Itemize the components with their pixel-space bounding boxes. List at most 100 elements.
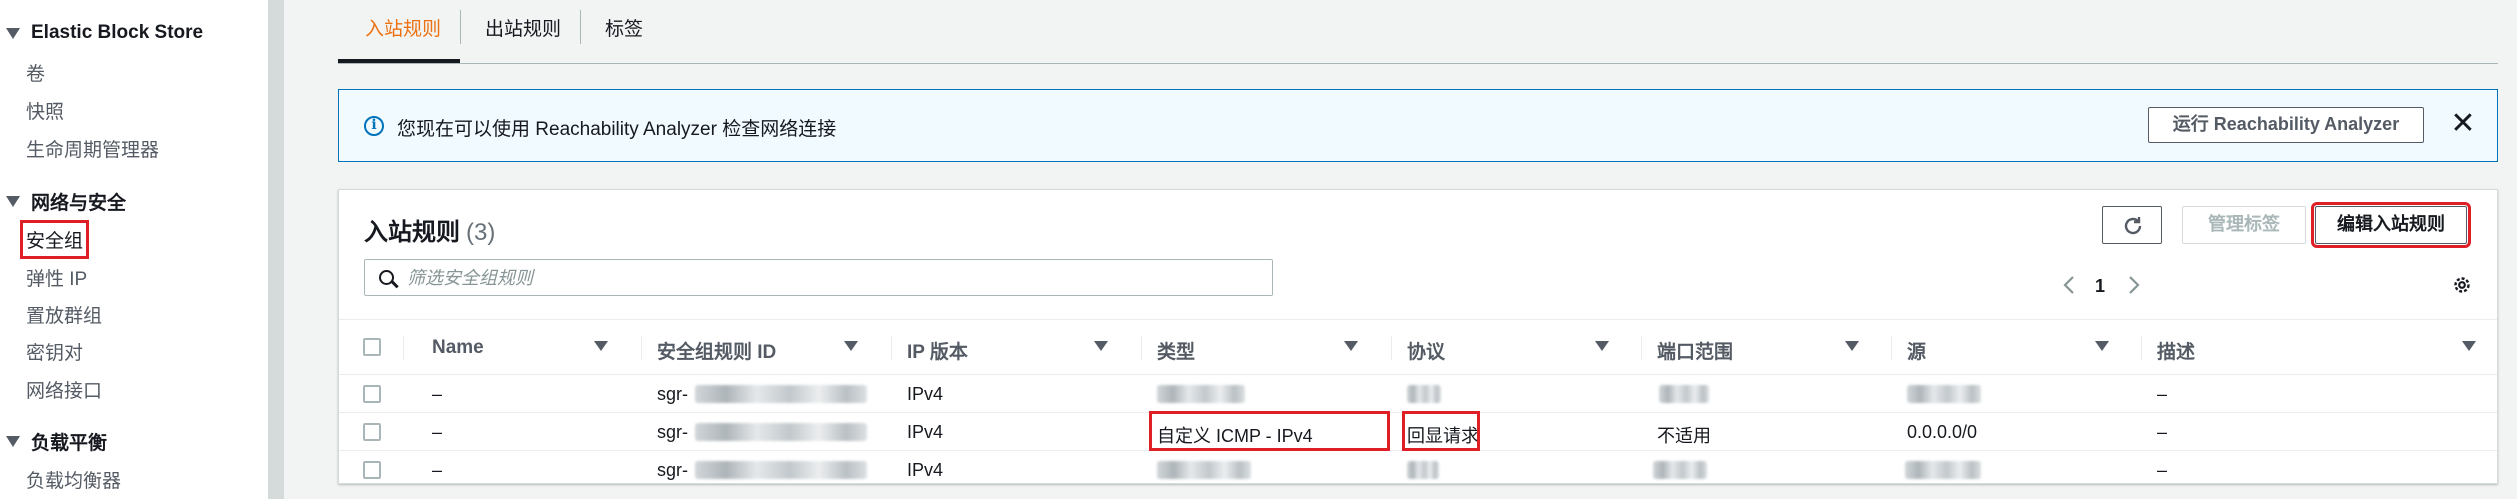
cell-source: 0.0.0.0/0 (1907, 422, 1978, 442)
cell-ip-version: IPv4 (907, 422, 944, 442)
gear-icon[interactable] (2451, 274, 2473, 301)
sort-icon[interactable] (1344, 341, 1358, 351)
nav-item-volumes[interactable]: 卷 (26, 59, 45, 86)
cell-port-range: 不适用 (1657, 426, 1711, 446)
caret-down-icon (6, 196, 20, 207)
cell-description: – (2157, 460, 2168, 480)
edit-inbound-rules-button[interactable]: 编辑入站规则 (2311, 202, 2471, 248)
redacted-value (1905, 461, 1981, 479)
nav-item-security-groups[interactable]: 安全组 (19, 220, 90, 259)
table-row[interactable]: – sgr- IPv4 – (339, 451, 2497, 489)
cell-description: – (2157, 422, 2168, 442)
nav-item-load-balancers[interactable]: 负载均衡器 (26, 466, 121, 493)
nav-section-load-balancing[interactable]: 负载平衡 (6, 428, 107, 455)
redacted-value (695, 461, 867, 479)
tab-tags[interactable]: 标签 (605, 14, 643, 41)
redacted-value (1659, 385, 1709, 403)
column-divider (1391, 336, 1392, 360)
column-divider (1641, 336, 1642, 360)
info-icon (364, 116, 384, 136)
column-header-name[interactable]: Name (432, 337, 484, 359)
table-row[interactable]: – sgr- IPv4 – (339, 375, 2497, 413)
cell-rule-id: sgr- (657, 460, 688, 480)
caret-down-icon (6, 436, 20, 447)
table-header: Name 安全组规则 ID IP 版本 类型 协议 端口范围 源 描述 (339, 319, 2497, 375)
nav-item-elastic-ip[interactable]: 弹性 IP (26, 264, 87, 291)
refresh-button[interactable] (2102, 206, 2162, 244)
highlight-box-protocol (1402, 411, 1480, 451)
cell-ip-version: IPv4 (907, 384, 944, 404)
select-all-checkbox[interactable] (363, 338, 381, 356)
column-header-rule-id[interactable]: 安全组规则 ID (657, 337, 776, 364)
column-header-description[interactable]: 描述 (2157, 337, 2195, 364)
column-divider (1891, 336, 1892, 360)
sort-icon[interactable] (2462, 341, 2476, 351)
refresh-icon (2124, 217, 2142, 235)
nav-section-network-security[interactable]: 网络与安全 (6, 188, 126, 215)
tab-bar: 入站规则 出站规则 标签 (338, 0, 2498, 64)
cell-name: – (432, 384, 443, 404)
tab-divider (460, 10, 461, 44)
nav-item-snapshots[interactable]: 快照 (26, 97, 64, 124)
column-header-port-range[interactable]: 端口范围 (1657, 337, 1733, 364)
close-icon[interactable]: ✕ (2448, 109, 2478, 140)
info-banner: 您现在可以使用 Reachability Analyzer 检查网络连接 运行 … (338, 89, 2498, 162)
sort-icon[interactable] (1595, 341, 1609, 351)
redacted-value (1157, 461, 1251, 479)
column-divider (403, 336, 404, 360)
active-tab-indicator (338, 59, 460, 63)
panel-title: 入站规则 (3) (364, 219, 496, 246)
column-header-type[interactable]: 类型 (1157, 337, 1195, 364)
column-header-source[interactable]: 源 (1907, 337, 1926, 364)
run-reachability-analyzer-button[interactable]: 运行 Reachability Analyzer (2148, 107, 2424, 143)
nav-item-placement-groups[interactable]: 置放群组 (26, 301, 102, 328)
tab-outbound-rules[interactable]: 出站规则 (485, 14, 561, 41)
redacted-value (1907, 385, 1981, 403)
redacted-value (1157, 385, 1245, 403)
search-input[interactable] (407, 264, 1257, 292)
search-box (364, 259, 1273, 296)
tab-divider (580, 10, 581, 44)
row-checkbox[interactable] (363, 423, 381, 441)
sort-icon[interactable] (1094, 341, 1108, 351)
nav-item-lifecycle-manager[interactable]: 生命周期管理器 (26, 135, 159, 162)
next-page-icon[interactable] (2128, 275, 2140, 300)
redacted-value (1653, 461, 1707, 479)
sort-icon[interactable] (2095, 341, 2109, 351)
sort-icon[interactable] (844, 341, 858, 351)
tab-inbound-rules[interactable]: 入站规则 (365, 14, 441, 41)
redacted-value (1407, 385, 1441, 403)
manage-tags-button[interactable]: 管理标签 (2182, 206, 2306, 244)
sidebar: Elastic Block Store 卷 快照 生命周期管理器 网络与安全 安… (0, 0, 268, 499)
cell-ip-version: IPv4 (907, 460, 944, 480)
column-header-protocol[interactable]: 协议 (1407, 337, 1445, 364)
search-icon (379, 270, 394, 285)
nav-section-ebs[interactable]: Elastic Block Store (6, 22, 203, 44)
row-checkbox[interactable] (363, 461, 381, 479)
redacted-value (1407, 461, 1439, 479)
nav-item-key-pairs[interactable]: 密钥对 (26, 338, 83, 365)
column-divider (1141, 336, 1142, 360)
caret-down-icon (6, 27, 20, 39)
cell-rule-id: sgr- (657, 384, 688, 404)
redacted-value (695, 423, 867, 441)
sort-icon[interactable] (1845, 341, 1859, 351)
cell-name: – (432, 422, 443, 442)
column-divider (891, 336, 892, 360)
main-content: 入站规则 出站规则 标签 您现在可以使用 Reachability Analyz… (284, 0, 2517, 499)
cell-description: – (2157, 384, 2168, 404)
row-checkbox[interactable] (363, 385, 381, 403)
table-row[interactable]: – sgr- IPv4 自定义 ICMP - IPv4 回显请求 不适用 0.0… (339, 411, 2497, 451)
column-divider (641, 336, 642, 360)
nav-item-network-interfaces[interactable]: 网络接口 (26, 376, 102, 403)
cell-name: – (432, 460, 443, 480)
column-divider (2141, 336, 2142, 360)
banner-message: 您现在可以使用 Reachability Analyzer 检查网络连接 (397, 119, 837, 140)
prev-page-icon[interactable] (2063, 275, 2075, 300)
page-number[interactable]: 1 (2095, 276, 2105, 297)
sort-icon[interactable] (594, 341, 608, 351)
cell-rule-id: sgr- (657, 422, 688, 442)
sidebar-scrollbar[interactable] (268, 0, 284, 499)
highlight-box-type (1149, 411, 1390, 451)
column-header-ip-version[interactable]: IP 版本 (907, 337, 968, 364)
